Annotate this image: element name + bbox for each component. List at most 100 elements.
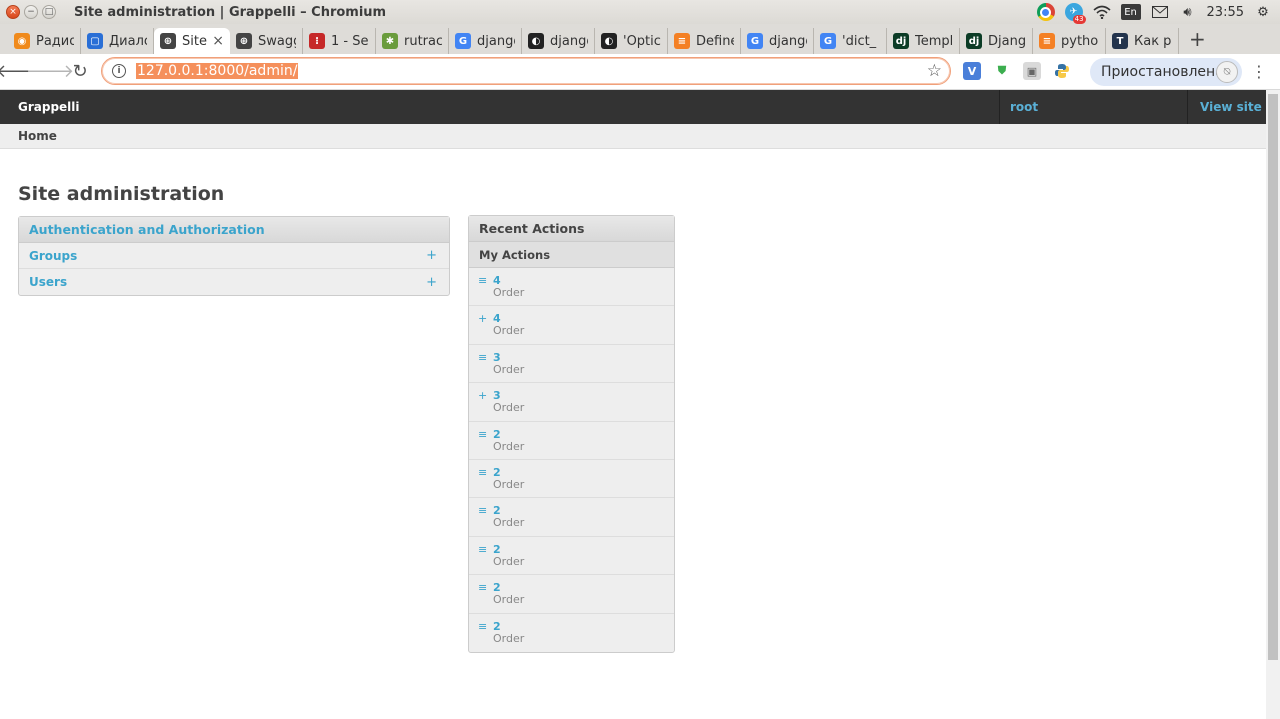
recent-action-type: Order <box>493 324 525 338</box>
recent-action-type: Order <box>493 593 525 607</box>
tab-favicon-icon: ▢ <box>87 33 103 49</box>
window-close-button[interactable]: × <box>6 5 20 19</box>
add-action-icon: + <box>478 389 488 403</box>
my-actions-subtitle: My Actions <box>469 242 674 268</box>
browser-menu-icon[interactable]: ⋮ <box>1251 62 1267 81</box>
recent-action-item: ≡ 2 Order <box>469 537 674 576</box>
change-action-icon: ≡ <box>478 504 488 518</box>
browser-tab[interactable]: Gdjango <box>741 28 814 54</box>
recent-action-link[interactable]: 3 <box>493 351 674 364</box>
recent-action-item: ≡ 2 Order <box>469 498 674 537</box>
keyboard-layout-indicator[interactable]: En <box>1120 4 1141 20</box>
wifi-icon[interactable] <box>1093 3 1111 21</box>
tab-favicon-icon: G <box>820 33 836 49</box>
recent-actions-module: Recent Actions My Actions ≡ 4 Order +4 Order… <box>468 215 675 653</box>
recent-action-link[interactable]: 2 <box>493 543 674 556</box>
view-site-link[interactable]: View site <box>1187 90 1266 124</box>
browser-tab[interactable]: dj Djang <box>960 28 1033 54</box>
user-menu[interactable]: root <box>999 90 1187 124</box>
change-action-icon: ≡ <box>478 619 488 633</box>
browser-tab[interactable]: ⊕ Swagger <box>230 28 303 54</box>
recent-action-type: Order <box>493 554 525 568</box>
add-action-icon: + <box>478 312 488 326</box>
tab-title: Templ <box>915 33 953 49</box>
recent-action-type: Order <box>493 477 525 491</box>
os-title-bar: × − □ Site administration | Grappelli – … <box>0 0 1280 24</box>
browser-tab[interactable]: ▢ Диалог <box>81 28 154 54</box>
browser-tab[interactable]: Gdjango <box>449 28 522 54</box>
site-info-icon[interactable]: i <box>112 64 126 78</box>
model-link-groups[interactable]: Groups <box>29 249 77 263</box>
recent-action-link[interactable]: 2 <box>493 620 674 633</box>
tab-title: Как р <box>1134 33 1172 49</box>
reload-button[interactable]: ↻ <box>65 57 95 87</box>
profile-button[interactable]: Приостановлена ⍉ <box>1090 58 1242 86</box>
clock[interactable]: 23:55 <box>1207 5 1244 20</box>
shield-extension-icon[interactable]: ⛊ <box>993 62 1011 80</box>
browser-tab[interactable]: ⁝ 1 - Ser <box>303 28 376 54</box>
change-action-icon: ≡ <box>478 274 488 287</box>
add-user-icon[interactable]: + <box>426 275 437 290</box>
browser-tab[interactable]: G 'dict_ <box>814 28 887 54</box>
change-action-icon: ≡ <box>478 465 488 479</box>
browser-tab[interactable]: ◐ 'Optic <box>595 28 668 54</box>
tab-title: Djang <box>988 33 1026 49</box>
recent-action-item: ≡ 2 Order <box>469 460 674 499</box>
browser-tab[interactable]: ≡ pytho <box>1033 28 1106 54</box>
recent-action-item: ≡ 2 Order <box>469 422 674 460</box>
model-row-users[interactable]: Users + <box>19 269 449 295</box>
tab-favicon-icon: ≡ <box>674 33 690 49</box>
browser-tab[interactable]: ◐ django <box>522 28 595 54</box>
recent-action-item: ≡ 4 Order <box>469 268 674 307</box>
browser-tab[interactable]: dj Templ <box>887 28 960 54</box>
recent-action-item: +4 Order <box>469 306 674 345</box>
python-extension-icon[interactable] <box>1053 62 1071 80</box>
grey-extension-icon[interactable]: ▣ <box>1023 62 1041 80</box>
url-text[interactable]: 127.0.0.1:8000/admin/ <box>136 63 299 79</box>
scrollbar-thumb[interactable] <box>1268 94 1278 660</box>
model-link-users[interactable]: Users <box>29 275 67 289</box>
change-action-icon: ≡ <box>478 581 488 595</box>
recent-action-item: ≡ 2 Order <box>469 614 674 652</box>
app-module-title[interactable]: Authentication and Authorization <box>19 217 449 243</box>
recent-action-type: Order <box>493 362 525 376</box>
model-row-groups[interactable]: Groups + <box>19 243 449 269</box>
tab-title: Swagger <box>258 33 296 49</box>
window-title: Site administration | Grappelli – Chromi… <box>74 4 387 20</box>
browser-tab[interactable]: ✱ rutracker <box>376 28 449 54</box>
recent-action-type: Order <box>493 516 525 530</box>
new-tab-button[interactable]: + <box>1189 27 1206 51</box>
tab-title: 'Optic <box>623 33 661 49</box>
browser-tab[interactable]: ≡ Define <box>668 28 741 54</box>
grappelli-header: Grappelli root View site <box>0 90 1266 124</box>
recent-action-link[interactable]: 2 <box>493 428 674 441</box>
address-bar[interactable]: i 127.0.0.1:8000/admin/ ☆ <box>101 57 951 85</box>
system-tray: ✈ 43 En 🔊︎ 23:55 ⚙ <box>1036 0 1272 24</box>
window-controls: × − □ <box>6 5 56 19</box>
forward-button[interactable]: 🡒 <box>26 57 74 87</box>
browser-tab[interactable]: ◉ Радио <box>8 28 81 54</box>
volume-icon[interactable]: 🔊︎ <box>1179 3 1197 21</box>
mail-icon[interactable] <box>1151 3 1169 21</box>
telegram-tray-icon[interactable]: ✈ 43 <box>1064 3 1086 24</box>
browser-tab[interactable]: ⊕ Site × <box>154 28 230 54</box>
tab-favicon-icon: ⊕ <box>160 33 176 49</box>
add-group-icon[interactable]: + <box>426 248 437 263</box>
window-maximize-button[interactable]: □ <box>42 5 56 19</box>
browser-tab[interactable]: T Как р <box>1106 28 1179 54</box>
tab-title: django <box>477 33 515 49</box>
bookmark-star-icon[interactable]: ☆ <box>927 61 942 81</box>
breadcrumb-home[interactable]: Home <box>18 129 57 143</box>
site-brand[interactable]: Grappelli <box>18 100 80 114</box>
tab-title: Диалог <box>109 33 147 49</box>
page-viewport: Grappelli root View site Home Site admin… <box>0 90 1266 719</box>
window-minimize-button[interactable]: − <box>24 5 38 19</box>
tab-favicon-icon: ◐ <box>601 33 617 49</box>
tab-close-icon[interactable]: × <box>212 33 224 49</box>
recent-actions-title: Recent Actions <box>469 216 674 242</box>
chrome-tray-icon[interactable] <box>1036 3 1055 21</box>
settings-gear-icon[interactable]: ⚙ <box>1254 3 1272 21</box>
tab-title: Радио <box>36 33 74 49</box>
page-scrollbar[interactable] <box>1266 90 1280 719</box>
v-extension-icon[interactable]: V <box>963 62 981 80</box>
